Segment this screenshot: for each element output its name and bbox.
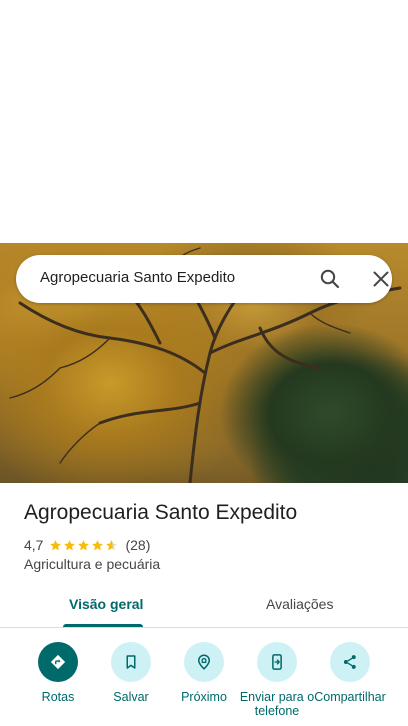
star-icon bbox=[92, 539, 104, 550]
search-bar[interactable]: Agropecuaria Santo Expedito bbox=[16, 255, 392, 303]
directions-icon bbox=[50, 654, 66, 670]
star-rating bbox=[49, 539, 119, 552]
rating-row[interactable]: 4,7 (28) bbox=[24, 536, 150, 554]
map-blank-area bbox=[0, 0, 408, 243]
place-category: Agricultura e pecuária bbox=[24, 556, 161, 572]
star-icon bbox=[64, 539, 76, 550]
share-label: Compartilhar bbox=[314, 690, 386, 704]
tab-overview[interactable]: Visão geral bbox=[69, 596, 143, 612]
rating-value: 4,7 bbox=[24, 537, 44, 553]
star-icon bbox=[78, 539, 90, 550]
active-tab-indicator bbox=[63, 624, 143, 627]
place-title: Agropecuaria Santo Expedito bbox=[24, 501, 298, 524]
half-star-icon bbox=[106, 539, 118, 550]
tab-reviews[interactable]: Avaliações bbox=[266, 596, 333, 612]
place-tabs: Visão geral Avaliações bbox=[0, 590, 408, 628]
review-count[interactable]: (28) bbox=[125, 537, 150, 553]
bookmark-icon bbox=[126, 655, 136, 669]
share-icon bbox=[343, 655, 356, 669]
star-icon bbox=[50, 539, 62, 550]
search-query-text[interactable]: Agropecuaria Santo Expedito bbox=[40, 269, 235, 286]
action-bar: Rotas Salvar Próximo Enviar para o telef… bbox=[0, 640, 408, 726]
close-icon[interactable] bbox=[369, 267, 393, 291]
search-icon[interactable] bbox=[318, 267, 342, 291]
send-to-phone-icon bbox=[272, 654, 282, 670]
nearby-icon bbox=[197, 654, 211, 670]
